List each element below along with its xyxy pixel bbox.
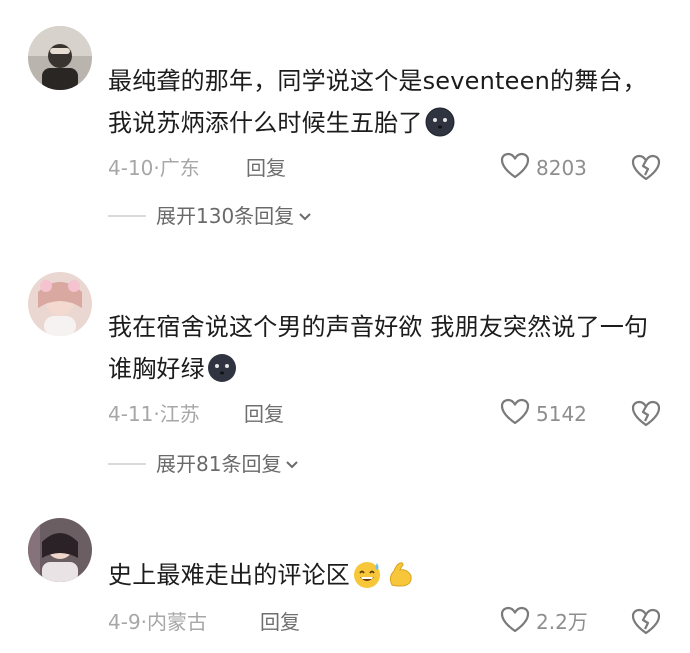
comment-date: 4-10 [108, 156, 154, 180]
broken-heart-icon [630, 400, 662, 433]
expand-replies-label: 展开130条回复 [156, 204, 295, 228]
heart-icon [500, 606, 530, 638]
comment-meta: 4-9·内蒙古 [108, 608, 207, 636]
expand-divider [108, 463, 146, 465]
reply-button[interactable]: 回复 [244, 400, 284, 428]
expand-replies-label: 展开81条回复 [156, 452, 282, 476]
comment-location: 内蒙古 [147, 610, 208, 634]
like-count: 8203 [536, 156, 587, 180]
avatar[interactable] [28, 272, 92, 336]
dark-face-emoji-icon [425, 107, 455, 150]
comment-text: 最纯聋的那年，同学说这个是seventeen的舞台，我说苏炳添什么时候生五胎了 [108, 60, 668, 150]
comment-text: 史上最难走出的评论区 [108, 554, 668, 602]
broken-heart-icon [630, 608, 662, 641]
comment-location: 广东 [159, 156, 200, 180]
dark-face-emoji-icon [207, 353, 237, 396]
broken-heart-icon [630, 154, 662, 187]
laugh-sweat-emoji-icon [352, 559, 384, 602]
avatar[interactable] [28, 26, 92, 90]
dislike-button[interactable] [630, 153, 662, 183]
reply-button[interactable]: 回复 [246, 154, 286, 182]
comment-text-content: 最纯聋的那年，同学说这个是seventeen的舞台，我说苏炳添什么时候生五胎了 [108, 67, 647, 137]
like-button[interactable]: 5142 [500, 398, 587, 430]
dislike-button[interactable] [630, 399, 662, 429]
comment-meta: 4-11·江苏 [108, 400, 200, 428]
comment-date: 4-9 [108, 610, 141, 634]
chevron-down-icon [298, 207, 312, 226]
comment-date: 4-11 [108, 402, 154, 426]
like-button[interactable]: 8203 [500, 152, 587, 184]
heart-icon [500, 398, 530, 430]
comment-text: 我在宿舍说这个男的声音好欲 我朋友突然说了一句谁胸好绿 [108, 306, 668, 396]
flexed-biceps-emoji-icon [386, 559, 416, 602]
like-count: 2.2万 [536, 610, 588, 634]
expand-replies-button[interactable]: 展开81条回复 [108, 449, 299, 479]
dislike-button[interactable] [630, 607, 662, 637]
comment-location: 江苏 [159, 402, 200, 426]
expand-replies-button[interactable]: 展开130条回复 [108, 201, 312, 231]
chevron-down-icon [285, 455, 299, 474]
like-count: 5142 [536, 402, 587, 426]
like-button[interactable]: 2.2万 [500, 606, 588, 638]
reply-button[interactable]: 回复 [260, 608, 300, 636]
expand-divider [108, 215, 146, 217]
comment-text-content: 史上最难走出的评论区 [108, 561, 350, 589]
comment-text-content: 我在宿舍说这个男的声音好欲 我朋友突然说了一句谁胸好绿 [108, 313, 649, 383]
avatar[interactable] [28, 518, 92, 582]
heart-icon [500, 152, 530, 184]
comment-meta: 4-10·广东 [108, 154, 200, 182]
